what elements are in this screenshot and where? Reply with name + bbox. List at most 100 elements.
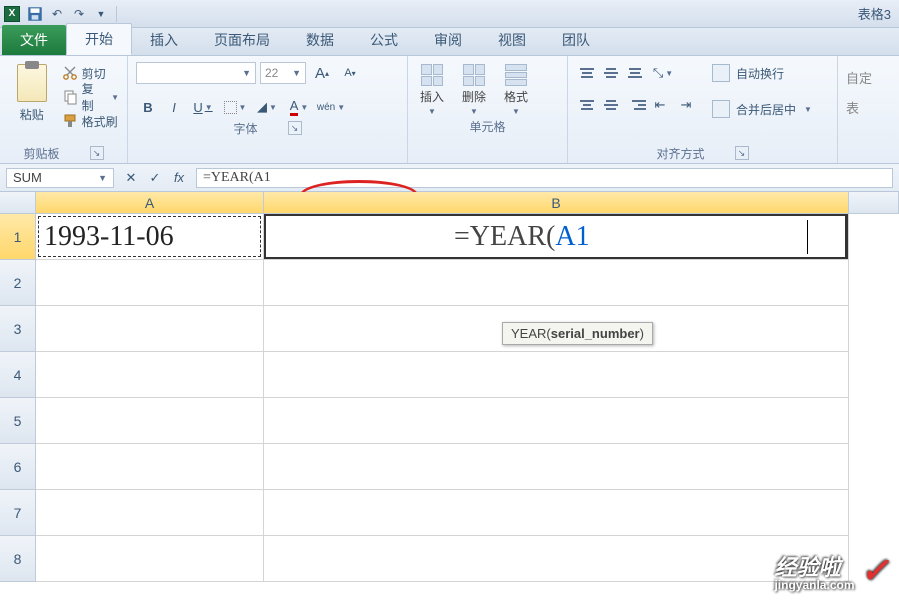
cell-a7[interactable]	[36, 490, 264, 536]
paste-button[interactable]: 粘贴	[8, 60, 56, 143]
cancel-button[interactable]: ✕	[120, 168, 142, 188]
save-icon[interactable]	[26, 5, 44, 23]
bucket-icon: ◢	[257, 99, 267, 115]
redo-icon[interactable]: ↷	[70, 5, 88, 23]
select-all-corner[interactable]	[0, 192, 36, 214]
name-box-dropdown-icon[interactable]: ▼	[98, 173, 107, 183]
insert-label: 插入	[420, 88, 444, 105]
cell-a8[interactable]	[36, 536, 264, 582]
enter-button[interactable]: ✓	[144, 168, 166, 188]
qat-separator	[116, 6, 117, 22]
row-header-4[interactable]: 4	[0, 352, 36, 398]
format-cells-icon	[505, 64, 527, 86]
painter-button[interactable]: 格式刷	[62, 110, 119, 132]
tab-formula[interactable]: 公式	[352, 25, 416, 55]
cell-b4[interactable]	[264, 352, 849, 398]
cell-b2[interactable]	[264, 260, 849, 306]
cell-a5[interactable]	[36, 398, 264, 444]
align-bottom-button[interactable]	[624, 62, 646, 84]
formula-input[interactable]: =YEAR(A1	[196, 168, 893, 188]
align-launcher-icon[interactable]: ↘	[735, 146, 749, 160]
tab-team[interactable]: 团队	[544, 25, 608, 55]
group-font: ▼ 22▼ A▴ A▾ B I U▼ ▼ ◢▼ A▼ wén▼ 字体 ↘	[128, 56, 408, 163]
merge-icon	[712, 100, 730, 118]
indent-increase-button[interactable]: ⇥	[674, 94, 698, 116]
auto-row2[interactable]: 表	[846, 96, 890, 118]
undo-icon[interactable]: ↶	[48, 5, 66, 23]
phonetic-button[interactable]: wén▼	[316, 96, 346, 118]
row-header-5[interactable]: 5	[0, 398, 36, 444]
col-header-a[interactable]: A	[36, 192, 264, 214]
align-top-button[interactable]	[576, 62, 598, 84]
orientation-button[interactable]: ⤡▼	[648, 62, 678, 84]
fill-color-button[interactable]: ◢▼	[252, 96, 282, 118]
font-group-label: 字体	[233, 120, 257, 137]
font-color-button[interactable]: A▼	[284, 96, 314, 118]
title-bar: X ↶ ↷ ▼ 表格3	[0, 0, 899, 28]
merge-center-button[interactable]: 合并后居中▼	[712, 98, 812, 120]
cell-b6[interactable]	[264, 444, 849, 490]
increase-font-button[interactable]: A▴	[310, 62, 334, 84]
font-launcher-icon[interactable]: ↘	[288, 121, 302, 135]
delete-cells-button[interactable]: 删除▼	[458, 64, 490, 116]
cut-label: 剪切	[82, 65, 106, 82]
tab-file[interactable]: 文件	[2, 25, 66, 55]
group-auto: 自定 表	[838, 56, 898, 163]
wrap-text-button[interactable]: 自动换行	[712, 62, 812, 84]
decrease-font-button[interactable]: A▾	[338, 62, 362, 84]
border-button[interactable]: ▼	[220, 96, 250, 118]
bold-button[interactable]: B	[136, 96, 160, 118]
delete-label: 删除	[462, 88, 486, 105]
align-middle-button[interactable]	[600, 62, 622, 84]
qat-dropdown-icon[interactable]: ▼	[92, 5, 110, 23]
cell-b1[interactable]: =YEAR(A1	[264, 214, 849, 260]
row-header-8[interactable]: 8	[0, 536, 36, 582]
copy-button[interactable]: 复制▼	[62, 86, 119, 108]
cell-a4[interactable]	[36, 352, 264, 398]
underline-button[interactable]: U▼	[188, 96, 218, 118]
tooltip-end: )	[640, 326, 644, 341]
watermark-check-icon: ✓	[861, 551, 890, 591]
cell-a2[interactable]	[36, 260, 264, 306]
italic-button[interactable]: I	[162, 96, 186, 118]
cell-b5[interactable]	[264, 398, 849, 444]
col-header-b[interactable]: B	[264, 192, 849, 214]
tab-layout[interactable]: 页面布局	[196, 25, 288, 55]
tab-review[interactable]: 审阅	[416, 25, 480, 55]
tab-insert[interactable]: 插入	[132, 25, 196, 55]
auto-row1[interactable]: 自定	[846, 66, 890, 88]
font-size-combo[interactable]: 22▼	[260, 62, 306, 84]
fx-button[interactable]: fx	[168, 168, 190, 188]
tooltip-fn: YEAR(	[511, 326, 551, 341]
wrap-icon	[712, 64, 730, 82]
align-left-button[interactable]	[576, 94, 598, 116]
tab-home[interactable]: 开始	[66, 23, 132, 55]
format-cells-button[interactable]: 格式▼	[500, 64, 532, 116]
cell-a6[interactable]	[36, 444, 264, 490]
row-header-3[interactable]: 3	[0, 306, 36, 352]
format-label: 格式	[504, 88, 528, 105]
font-name-combo[interactable]: ▼	[136, 62, 256, 84]
align-center-button[interactable]	[600, 94, 622, 116]
group-clipboard: 粘贴 剪切 复制▼ 格式刷 剪贴板↘	[0, 56, 128, 163]
row-header-2[interactable]: 2	[0, 260, 36, 306]
align-right-button[interactable]	[624, 94, 646, 116]
row-header-7[interactable]: 7	[0, 490, 36, 536]
insert-cells-icon	[421, 64, 443, 86]
insert-cells-button[interactable]: 插入▼	[416, 64, 448, 116]
indent-decrease-button[interactable]: ⇤	[648, 94, 672, 116]
cell-a3[interactable]	[36, 306, 264, 352]
col-header-rest[interactable]	[849, 192, 899, 214]
group-alignment: ⤡▼ ⇤ ⇥ 自动换行 合并后居中▼ 对齐方式↘	[568, 56, 838, 163]
name-box[interactable]: SUM▼	[6, 168, 114, 188]
row-header-6[interactable]: 6	[0, 444, 36, 490]
group-cells: 插入▼ 删除▼ 格式▼ 单元格	[408, 56, 568, 163]
font-size-value: 22	[265, 66, 278, 80]
cell-b8[interactable]	[264, 536, 849, 582]
row-header-1[interactable]: 1	[0, 214, 36, 260]
cell-a1[interactable]: 1993-11-06	[36, 214, 264, 260]
tab-view[interactable]: 视图	[480, 25, 544, 55]
tab-data[interactable]: 数据	[288, 25, 352, 55]
clipboard-launcher-icon[interactable]: ↘	[90, 146, 104, 160]
cell-b7[interactable]	[264, 490, 849, 536]
